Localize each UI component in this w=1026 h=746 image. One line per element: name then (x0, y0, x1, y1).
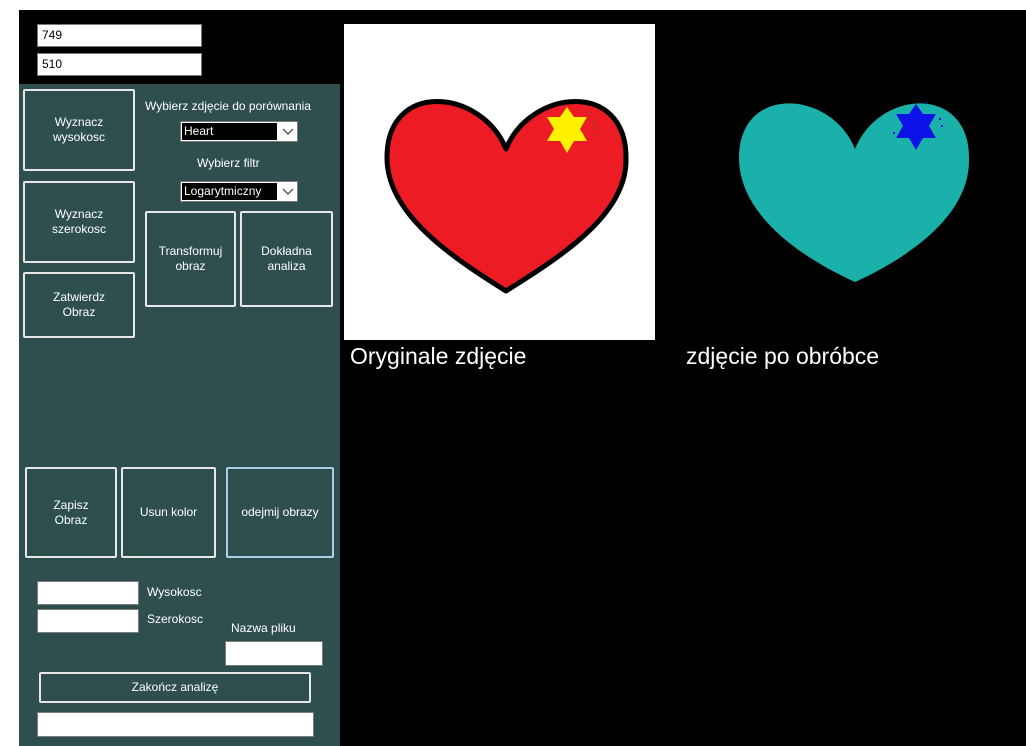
subtract-images-button[interactable]: odejmij obrazy (226, 467, 334, 558)
finish-analysis-button[interactable]: Zakończ analizę (39, 672, 311, 703)
measure-width-button[interactable]: Wyznacz szerokosc (23, 181, 135, 263)
second-value-input[interactable]: 510 (37, 53, 202, 76)
bottom-input[interactable] (37, 712, 314, 737)
width-label: Szerokosc (147, 612, 204, 626)
original-image-caption: Oryginale zdjęcie (350, 343, 527, 369)
height-label: Wysokosc (147, 585, 202, 599)
original-image (344, 24, 655, 340)
detailed-analysis-button[interactable]: Dokładna analiza (240, 211, 333, 307)
filename-input[interactable] (225, 641, 323, 666)
height-input[interactable] (37, 581, 139, 605)
measure-height-button[interactable]: Wyznacz wysokosc (23, 89, 135, 171)
processed-image (700, 24, 1011, 340)
processed-image-caption: zdjęcie po obróbce (686, 343, 880, 369)
compare-image-select-value: Heart (182, 123, 277, 140)
save-image-button[interactable]: Zapisz Obraz (25, 467, 117, 558)
filter-select[interactable]: Logarytmiczny (180, 181, 298, 202)
compare-image-label: Wybierz zdjęcie do porównania (145, 99, 311, 113)
chevron-down-icon[interactable] (278, 182, 297, 201)
filter-select-value: Logarytmiczny (182, 183, 277, 200)
filename-label: Nazwa pliku (231, 621, 296, 635)
compare-image-select[interactable]: Heart (180, 121, 298, 142)
filter-label: Wybierz filtr (197, 156, 260, 170)
remove-color-button[interactable]: Usun kolor (121, 467, 216, 558)
first-value-input[interactable]: 749 (37, 24, 202, 47)
confirm-image-button[interactable]: Zatwierdz Obraz (23, 272, 135, 338)
transform-image-button[interactable]: Transformuj obraz (145, 211, 236, 307)
chevron-down-icon[interactable] (278, 122, 297, 141)
width-input[interactable] (37, 609, 139, 633)
